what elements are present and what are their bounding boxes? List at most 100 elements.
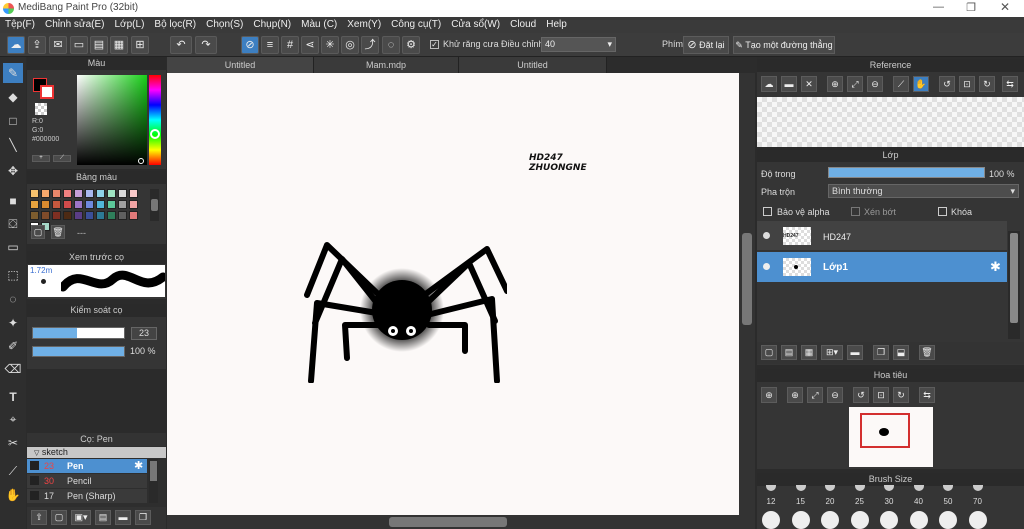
palette-swatch[interactable] — [30, 211, 39, 220]
palette-swatch[interactable] — [129, 211, 138, 220]
delete-layer-icon[interactable]: 🗑 — [919, 345, 935, 360]
snap-parallel-icon[interactable]: ≡ — [261, 36, 279, 54]
brush-size-dot-top[interactable] — [766, 485, 776, 491]
comment-icon[interactable]: ✉ — [49, 36, 67, 54]
palette-swatch[interactable] — [107, 211, 116, 220]
brush-size-preset[interactable] — [791, 511, 810, 529]
canvas-vertical-scrollbar[interactable] — [739, 73, 755, 515]
snap-radial-icon[interactable]: ⋖ — [301, 36, 319, 54]
snap-grid-icon[interactable]: # — [281, 36, 299, 54]
menu-item[interactable]: Màu (C) — [301, 19, 337, 30]
nav-zoom-out-icon[interactable]: ⊖ — [827, 387, 843, 403]
brush-opacity-slider[interactable] — [32, 346, 125, 357]
palette-swatch[interactable] — [96, 189, 105, 198]
reference-cloud-icon[interactable]: ☁ — [761, 76, 777, 92]
palette-swatch[interactable] — [96, 211, 105, 220]
undo-icon[interactable]: ↶ — [170, 36, 192, 54]
menu-item[interactable]: Cloud — [510, 19, 536, 30]
brush-size-dot-top[interactable] — [943, 485, 953, 491]
brush-size-preset[interactable] — [821, 511, 839, 529]
minimize-icon[interactable]: — — [933, 1, 944, 13]
new-layer-icon[interactable]: ▢ — [761, 345, 777, 360]
brush-size-dot-top[interactable] — [795, 485, 806, 491]
snap-ellipse-icon[interactable]: ◌ — [382, 36, 400, 54]
export-icon[interactable]: ⇪ — [28, 36, 46, 54]
new-brush-icon[interactable]: ▢ — [51, 510, 67, 525]
divide-tool-icon[interactable]: ✂ — [3, 433, 23, 453]
brush-size-slider[interactable] — [32, 327, 125, 339]
gradient-tool-icon[interactable]: ▭ — [3, 237, 23, 257]
hue-slider[interactable] — [149, 75, 161, 165]
rotate-left-icon[interactable]: ↺ — [939, 76, 955, 92]
brush-list-scrollbar[interactable] — [149, 459, 158, 503]
palette-swatch[interactable] — [30, 189, 39, 198]
layer-menu-icon[interactable]: ⊞▾ — [821, 345, 843, 360]
visibility-icon[interactable] — [763, 232, 770, 239]
nav-rotate-right-icon[interactable]: ↻ — [893, 387, 909, 403]
merge-layer-icon[interactable]: ⬓ — [893, 345, 909, 360]
cloud-brush-icon[interactable]: ⇧ — [31, 510, 47, 525]
maximize-icon[interactable]: ❐ — [966, 1, 976, 14]
fill-rect-tool-icon[interactable]: ■ — [3, 191, 23, 211]
clipping-checkbox[interactable] — [851, 207, 860, 216]
palette-swatch[interactable] — [52, 200, 61, 209]
palette-swatch[interactable] — [63, 200, 72, 209]
palette-swatch[interactable] — [129, 189, 138, 198]
palette-swatch[interactable] — [52, 211, 61, 220]
line-tool-icon[interactable]: ╲ — [3, 135, 23, 155]
new-palette-icon[interactable]: ▢ — [31, 225, 45, 239]
document-icon[interactable]: ▤ — [90, 36, 108, 54]
nav-reset-icon[interactable]: ⊡ — [873, 387, 889, 403]
brush-item[interactable]: 23 Pen ✱ — [27, 459, 147, 473]
palette-swatch[interactable] — [85, 189, 94, 198]
menu-item[interactable]: Công cụ(T) — [391, 19, 441, 30]
eyedrop-color-button[interactable]: ⟋ — [53, 155, 71, 162]
snap-settings-icon[interactable]: ⚙ — [402, 36, 420, 54]
palette-swatch[interactable] — [96, 200, 105, 209]
brush-size-preset[interactable] — [850, 511, 869, 529]
duplicate-layer-icon[interactable]: ❐ — [873, 345, 889, 360]
new-halftone-layer-icon[interactable]: ▤ — [781, 345, 797, 360]
dot-tool-icon[interactable]: □ — [3, 111, 23, 131]
folder-brush-icon[interactable]: ▬ — [115, 510, 131, 525]
select-tool-icon[interactable]: ⬚ — [3, 265, 23, 285]
add-color-button[interactable]: + — [32, 155, 50, 162]
gear-icon[interactable]: ✱ — [134, 459, 143, 472]
menu-item[interactable]: Chọn(S) — [206, 19, 243, 30]
nav-flip-icon[interactable]: ⇆ — [919, 387, 935, 403]
new-8bit-layer-icon[interactable]: ▦ — [801, 345, 817, 360]
antialias-checkbox[interactable]: ✓ — [430, 40, 439, 49]
menu-item[interactable]: Chụp(N) — [253, 19, 291, 30]
snap-curve-icon[interactable]: ⤴ — [361, 36, 379, 54]
nav-zoom-in-2-icon[interactable]: ⊕ — [787, 387, 803, 403]
menu-item[interactable]: Xem(Y) — [347, 19, 381, 30]
brush-item[interactable]: 17 Pen (Sharp) — [27, 489, 147, 503]
panel-icon[interactable]: ▦ — [110, 36, 128, 54]
reset-button[interactable]: ⊘ Đặt lại — [683, 36, 729, 54]
palette-scrollbar[interactable] — [150, 189, 159, 221]
nav-zoom-in-icon[interactable]: ⊕ — [761, 387, 777, 403]
palette-swatch[interactable] — [74, 211, 83, 220]
menu-item[interactable]: Cửa sổ(W) — [451, 19, 500, 30]
brush-size-dot-top[interactable] — [884, 485, 894, 491]
nav-fit-icon[interactable]: ⤢ — [807, 387, 823, 403]
canvas-horizontal-scrollbar[interactable] — [167, 515, 755, 529]
layer-folder-icon[interactable]: ▬ — [847, 345, 863, 360]
blend-mode-select[interactable]: Bình thường ▾ — [828, 184, 1019, 198]
palette-swatch[interactable] — [41, 211, 50, 220]
lock-checkbox[interactable] — [938, 207, 947, 216]
duplicate-brush-icon[interactable]: ❐ — [135, 510, 151, 525]
palette-swatch[interactable] — [118, 211, 127, 220]
close-icon[interactable]: ✕ — [1000, 0, 1010, 14]
drawing-canvas[interactable]: HD247 ZHUONGNE — [167, 73, 739, 515]
rotate-right-icon[interactable]: ↻ — [979, 76, 995, 92]
palette-swatch[interactable] — [74, 189, 83, 198]
eraser-tool-icon[interactable]: ◆ — [3, 87, 23, 107]
brush-size-preset[interactable] — [762, 511, 780, 529]
menu-item[interactable]: Bộ lọc(R) — [154, 19, 196, 30]
brush-tool-icon[interactable]: ✎ — [3, 63, 23, 83]
menu-item[interactable]: Lớp(L) — [115, 19, 145, 30]
protect-alpha-checkbox[interactable] — [763, 207, 772, 216]
brush-group-header[interactable]: ▽ sketch — [27, 447, 166, 458]
transparent-swatch[interactable] — [35, 103, 47, 115]
